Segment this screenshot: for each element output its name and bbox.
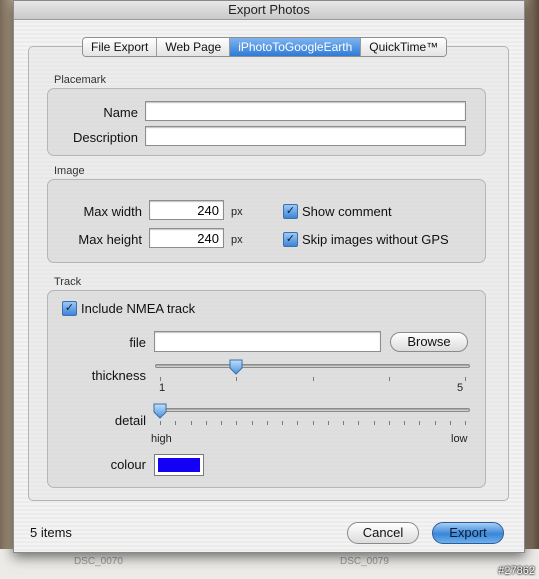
thickness-max-label: 5 — [457, 382, 464, 394]
window-title: Export Photos — [14, 1, 524, 20]
name-label: Name — [103, 105, 138, 120]
slider-tick — [343, 421, 344, 425]
slider-tick — [388, 421, 390, 425]
slider-tick — [388, 377, 390, 381]
max-height-label: Max height — [78, 232, 142, 247]
watermark: #27862 — [498, 565, 535, 577]
tab-bar: File Export Web Page iPhotoToGoogleEarth… — [82, 37, 448, 57]
colour-label: colour — [110, 457, 146, 472]
slider-tick — [160, 421, 161, 425]
detail-low-label: low — [451, 433, 468, 445]
slider-tick — [266, 421, 268, 425]
colour-well[interactable] — [154, 454, 204, 476]
image-section-label: Image — [54, 165, 85, 177]
colour-swatch — [158, 458, 200, 472]
tab-file-export[interactable]: File Export — [83, 38, 158, 56]
description-field[interactable] — [145, 126, 466, 146]
tab-iphoto-to-google-earth[interactable]: iPhotoToGoogleEarth — [230, 38, 362, 56]
track-section-label: Track — [54, 276, 82, 288]
slider-tick — [297, 421, 299, 425]
slider-tick — [449, 421, 451, 425]
detail-high-label: high — [151, 433, 172, 445]
checkmark-icon: ✓ — [62, 301, 77, 316]
include-nmea-track-label: Include NMEA track — [81, 301, 196, 316]
max-height-field[interactable] — [149, 228, 224, 248]
checkmark-icon: ✓ — [283, 204, 298, 219]
max-width-field[interactable] — [149, 200, 224, 220]
slider-tick — [251, 421, 253, 425]
tab-quicktime[interactable]: QuickTime™ — [361, 38, 447, 56]
slider-tick — [160, 377, 161, 381]
slider-tick — [221, 421, 222, 425]
detail-label: detail — [114, 413, 146, 428]
slider-tick — [312, 421, 314, 425]
slider-tick — [312, 377, 314, 381]
slider-tick — [465, 377, 466, 381]
skip-images-without-gps-label: Skip images without GPS — [302, 232, 449, 247]
slider-tick — [358, 421, 360, 425]
max-width-unit: px — [231, 206, 243, 218]
max-height-unit: px — [231, 234, 243, 246]
slider-tick — [434, 421, 436, 425]
item-count: 5 items — [30, 525, 72, 540]
slider-tick — [175, 421, 177, 425]
photo-library-strip: DSC_0070 DSC_0079 — [0, 549, 539, 579]
skip-images-without-gps-checkbox[interactable]: ✓ Skip images without GPS — [283, 232, 449, 247]
thickness-slider-thumb[interactable] — [229, 359, 243, 375]
thickness-slider-track[interactable] — [155, 364, 470, 368]
description-label: Description — [72, 130, 138, 145]
cancel-button[interactable]: Cancel — [347, 522, 419, 544]
slider-tick — [327, 421, 329, 425]
checkmark-icon: ✓ — [283, 232, 298, 247]
browse-button[interactable]: Browse — [390, 332, 468, 352]
photo-caption-left: DSC_0070 — [74, 556, 123, 567]
slider-tick — [236, 377, 238, 381]
detail-slider-track[interactable] — [155, 408, 470, 412]
export-button[interactable]: Export — [432, 522, 504, 544]
file-label: file — [129, 335, 146, 350]
export-dialog: Export Photos File Export Web Page iPhot… — [13, 0, 525, 553]
photo-caption-right: DSC_0079 — [340, 556, 389, 567]
slider-tick — [465, 421, 466, 425]
slider-tick — [282, 421, 283, 425]
track-file-field[interactable] — [154, 331, 381, 352]
name-field[interactable] — [145, 101, 466, 121]
slider-tick — [404, 421, 405, 425]
tab-web-page[interactable]: Web Page — [157, 38, 231, 56]
max-width-label: Max width — [83, 204, 142, 219]
show-comment-checkbox[interactable]: ✓ Show comment — [283, 204, 392, 219]
slider-tick — [205, 421, 207, 425]
slider-tick — [236, 421, 238, 425]
slider-tick — [190, 421, 192, 425]
include-nmea-track-checkbox[interactable]: ✓ Include NMEA track — [62, 301, 195, 316]
slider-tick — [419, 421, 421, 425]
show-comment-label: Show comment — [302, 204, 392, 219]
thickness-min-label: 1 — [159, 382, 166, 394]
detail-slider-thumb[interactable] — [153, 403, 167, 419]
placemark-section-label: Placemark — [54, 74, 106, 86]
thickness-label: thickness — [91, 368, 146, 383]
image-group — [47, 179, 486, 263]
slider-tick — [373, 421, 375, 425]
